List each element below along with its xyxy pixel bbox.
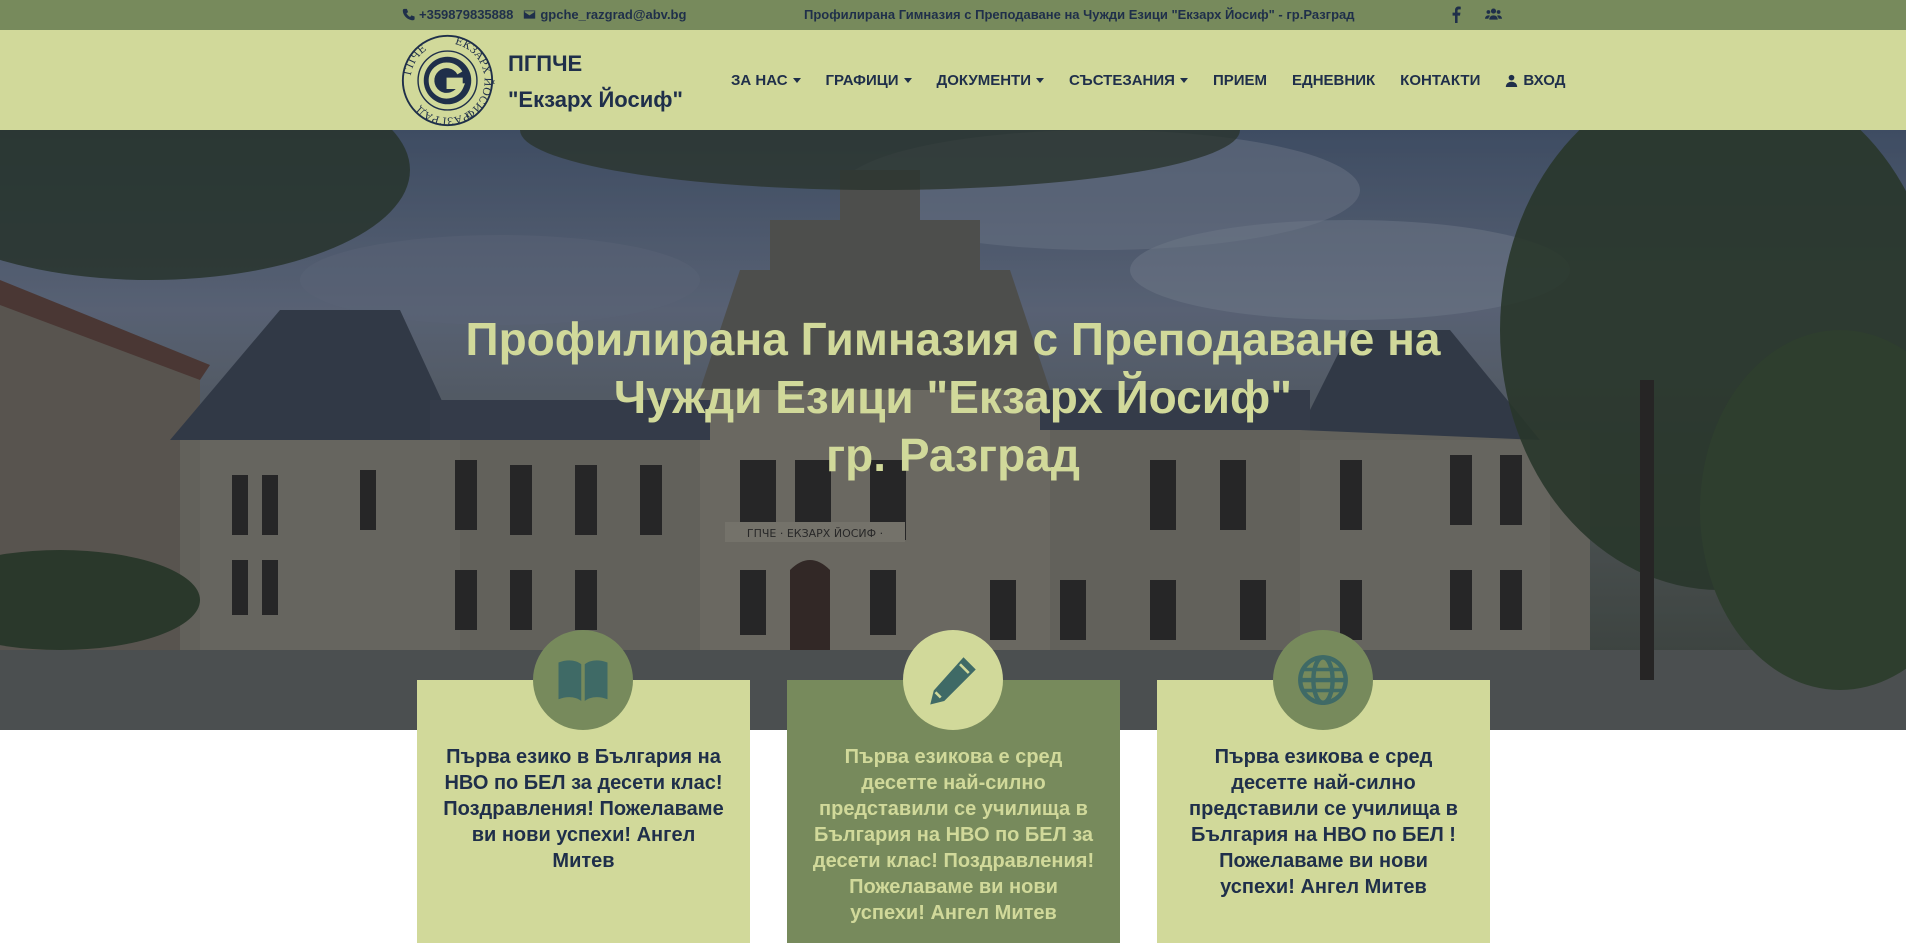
caret-down-icon: [903, 78, 912, 83]
nav-ediary-label: ЕДНЕВНИК: [1292, 72, 1376, 89]
hero-title: Профилирана Гимназия с Преподаване на Чу…: [353, 310, 1553, 484]
brand-line-2: "Екзарх Йосиф": [508, 87, 683, 112]
brand-name[interactable]: ПГПЧЕ "Екзарх Йосиф": [508, 46, 683, 118]
book-icon: [558, 660, 608, 701]
hero-title-line-3: гр. Разград: [826, 429, 1080, 481]
news-card-1-icon-circle: [533, 630, 633, 730]
nav-documents-label: ДОКУМЕНТИ: [936, 72, 1032, 89]
nav-ediary[interactable]: ЕДНЕВНИК: [1292, 72, 1375, 89]
contact-info: +359879835888 gpche_razgrad@abv.bg: [402, 7, 686, 22]
nav-about-label: ЗА НАС: [731, 72, 788, 89]
nav-schedules[interactable]: ГРАФИЦИ: [826, 72, 912, 89]
caret-down-icon: [1179, 78, 1188, 83]
brand-line-1: ПГПЧЕ: [508, 51, 583, 76]
users-icon[interactable]: [1485, 6, 1502, 23]
globe-icon: [1298, 655, 1348, 705]
user-icon: [1506, 74, 1518, 87]
school-full-title: Профилирана Гимназия с Преподаване на Чу…: [804, 7, 1355, 22]
nav-documents[interactable]: ДОКУМЕНТИ: [937, 72, 1045, 89]
nav-login-label: ВХОД: [1523, 72, 1566, 89]
nav-admission-label: ПРИЕМ: [1212, 72, 1268, 89]
phone-contact[interactable]: +359879835888: [402, 7, 513, 22]
nav-contacts[interactable]: КОНТАКТИ: [1400, 72, 1480, 89]
news-card-1-text: Първа езико в България на НВО по БЕЛ за …: [443, 746, 724, 872]
nav-login[interactable]: ВХОД: [1505, 72, 1565, 89]
nav-competitions[interactable]: СЪСТЕЗАНИЯ: [1069, 72, 1188, 89]
pencil-icon: [930, 657, 976, 705]
news-card-2-text: Първа езикова е сред десетте най-силно п…: [812, 746, 1095, 924]
facebook-icon[interactable]: [1448, 6, 1465, 23]
hero-title-line-2: Чужди Езици "Екзарх Йосиф": [613, 371, 1293, 423]
nav-schedules-label: ГРАФИЦИ: [825, 72, 899, 89]
phone-icon: [402, 8, 415, 21]
caret-down-icon: [1036, 78, 1045, 83]
nav-competitions-label: СЪСТЕЗАНИЯ: [1069, 72, 1175, 89]
envelope-icon: [524, 10, 536, 19]
email-contact[interactable]: gpche_razgrad@abv.bg: [523, 7, 686, 22]
top-bar: +359879835888 gpche_razgrad@abv.bg Профи…: [0, 0, 1906, 30]
main-nav: ЗА НАС ГРАФИЦИ ДОКУМЕНТИ СЪСТЕЗАНИЯ ПРИЕ…: [731, 72, 1565, 89]
caret-down-icon: [792, 78, 801, 83]
phone-number: +359879835888: [419, 7, 514, 22]
news-card-3-text: Първа езикова е сред десетте най-силно п…: [1189, 746, 1458, 898]
social-links: [1448, 6, 1502, 23]
news-card-3-icon-circle: [1273, 630, 1373, 730]
hero-title-line-1: Профилирана Гимназия с Преподаване на: [465, 313, 1441, 365]
main-header: ГПЧЕ ЕКЗАРХ ЙОСИФ РАЗГРАД ПГПЧЕ "Екзарх …: [0, 30, 1906, 130]
school-logo[interactable]: ГПЧЕ ЕКЗАРХ ЙОСИФ РАЗГРАД: [400, 33, 495, 128]
nav-admission[interactable]: ПРИЕМ: [1213, 72, 1267, 89]
news-card-2-icon-circle: [903, 630, 1003, 730]
email-address: gpche_razgrad@abv.bg: [540, 7, 687, 22]
nav-contacts-label: КОНТАКТИ: [1400, 72, 1481, 89]
nav-about[interactable]: ЗА НАС: [731, 72, 801, 89]
